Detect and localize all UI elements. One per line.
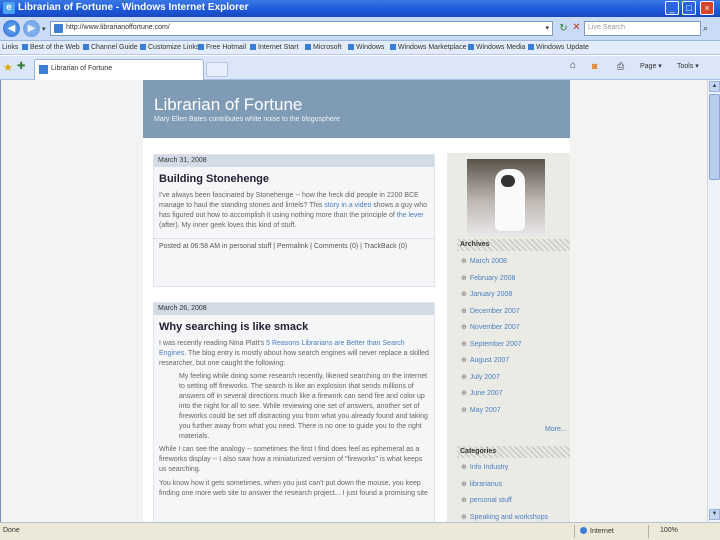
post-text: I was recently reading Nina Platt's bbox=[159, 340, 267, 347]
security-zone[interactable]: Internet bbox=[580, 527, 614, 535]
post-date: March 31, 2008 bbox=[154, 155, 434, 167]
sidebar: Archives March 2008 February 2008 Januar… bbox=[447, 153, 570, 522]
favorites-star-icon[interactable]: ★ bbox=[3, 61, 13, 74]
internet-explorer-icon: e bbox=[3, 2, 15, 14]
scroll-thumb[interactable] bbox=[709, 94, 720, 180]
post-body: I've always been fascinated by Stoneheng… bbox=[154, 188, 434, 234]
post-footer[interactable]: Posted at 06:58 AM in personal stuff | P… bbox=[154, 238, 434, 254]
stop-icon[interactable]: ✕ bbox=[571, 22, 582, 33]
scroll-down-arrow-icon[interactable]: ▼ bbox=[709, 509, 720, 520]
address-url[interactable]: http://www.librarianoffortune.com/ bbox=[66, 24, 170, 31]
page-favicon-icon bbox=[54, 24, 63, 33]
archive-link[interactable]: July 2007 bbox=[461, 373, 522, 390]
status-divider bbox=[648, 525, 649, 538]
tab-toolbar: ★ ✚ Librarian of Fortune ⌂ ◙ ⎙ Page ▾ To… bbox=[0, 56, 720, 80]
address-dropdown-icon[interactable]: ▾ bbox=[545, 24, 549, 32]
back-button[interactable]: ◀ bbox=[3, 20, 20, 37]
tools-menu[interactable]: Tools ▾ bbox=[677, 62, 699, 70]
post-text: (after). My inner geek loves this kind o… bbox=[159, 222, 297, 229]
feeds-icon[interactable]: ◙ bbox=[592, 61, 597, 71]
archive-link[interactable]: February 2008 bbox=[461, 274, 522, 291]
archives-list: March 2008 February 2008 January 2008 De… bbox=[461, 257, 522, 422]
address-bar[interactable]: http://www.librarianoffortune.com/ ▾ bbox=[50, 21, 553, 36]
vertical-scrollbar[interactable]: ▲ ▼ bbox=[707, 80, 720, 522]
archive-link[interactable]: June 2007 bbox=[461, 389, 522, 406]
post-date: March 26, 2008 bbox=[154, 303, 434, 315]
post-text: . The blog entry is mostly about how sea… bbox=[159, 350, 429, 367]
links-label: Links bbox=[2, 44, 19, 51]
archive-link[interactable]: May 2007 bbox=[461, 406, 522, 423]
tab-librarian-of-fortune[interactable]: Librarian of Fortune bbox=[34, 59, 204, 80]
web-page-viewport: Librarian of Fortune Mary Ellen Bates co… bbox=[0, 80, 707, 522]
status-text: Done bbox=[3, 527, 20, 534]
status-bar: Done Internet 100% bbox=[0, 522, 720, 540]
close-button[interactable]: × bbox=[700, 1, 714, 15]
maximize-button[interactable]: □ bbox=[682, 1, 696, 15]
blog-title[interactable]: Librarian of Fortune bbox=[154, 95, 302, 115]
post-title[interactable]: Why searching is like smack bbox=[154, 315, 434, 336]
link-item[interactable]: Free Hotmail bbox=[198, 44, 246, 51]
link-item[interactable]: Internet Start bbox=[250, 44, 298, 51]
recent-pages-dropdown-icon[interactable]: ▾ bbox=[42, 25, 46, 33]
link-item[interactable]: Channel Guide bbox=[83, 44, 138, 51]
post-title[interactable]: Building Stonehenge bbox=[154, 167, 434, 188]
add-favorites-icon[interactable]: ✚ bbox=[17, 61, 25, 72]
post-quote: My feeling while doing some research rec… bbox=[179, 373, 428, 440]
blog-description: Mary Ellen Bates contributes white noise… bbox=[154, 116, 340, 123]
archive-link[interactable]: December 2007 bbox=[461, 307, 522, 324]
tab-label: Librarian of Fortune bbox=[51, 65, 113, 72]
blog-post: March 31, 2008 Building Stonehenge I've … bbox=[153, 154, 435, 287]
minimize-button[interactable]: _ bbox=[665, 1, 679, 15]
link-item[interactable]: Windows Update bbox=[528, 44, 589, 51]
tab-favicon-icon bbox=[39, 65, 48, 74]
post-paragraph: While I can see the analogy -- sometimes… bbox=[159, 446, 423, 473]
search-icon[interactable]: ⌕ bbox=[703, 23, 708, 34]
link-item[interactable]: Windows Marketplace bbox=[390, 44, 466, 51]
post-body: I was recently reading Nina Platt's 5 Re… bbox=[154, 336, 434, 502]
archive-link[interactable]: March 2008 bbox=[461, 257, 522, 274]
home-icon[interactable]: ⌂ bbox=[570, 60, 576, 71]
forward-button[interactable]: ▶ bbox=[23, 20, 40, 37]
print-icon[interactable]: ⎙ bbox=[617, 61, 624, 72]
category-link[interactable]: Info Industry bbox=[461, 463, 548, 480]
category-link[interactable]: librarianus bbox=[461, 480, 548, 497]
link-item[interactable]: Best of the Web bbox=[22, 44, 80, 51]
refresh-icon[interactable]: ↻ bbox=[557, 22, 570, 35]
post-link[interactable]: story in a video bbox=[324, 202, 371, 209]
blog-post: March 26, 2008 Why searching is like sma… bbox=[153, 302, 435, 522]
categories-list: Info Industry librarianus personal stuff… bbox=[461, 463, 548, 529]
status-divider bbox=[574, 525, 575, 538]
archives-heading: Archives bbox=[457, 239, 570, 251]
link-item[interactable]: Windows bbox=[348, 44, 384, 51]
address-toolbar: ◀ ▶ ▾ http://www.librarianoffortune.com/… bbox=[0, 17, 720, 41]
post-paragraph: You know how it gets sometimes, when you… bbox=[159, 480, 428, 497]
archive-link[interactable]: January 2008 bbox=[461, 290, 522, 307]
scroll-up-arrow-icon[interactable]: ▲ bbox=[709, 81, 720, 92]
category-link[interactable]: personal stuff bbox=[461, 496, 548, 513]
archive-link[interactable]: September 2007 bbox=[461, 340, 522, 357]
link-item[interactable]: Customize Links bbox=[140, 44, 199, 51]
archives-more-link[interactable]: More... bbox=[545, 426, 567, 433]
blog-body: March 31, 2008 Building Stonehenge I've … bbox=[143, 138, 570, 522]
links-bar: Links Best of the Web Channel Guide Cust… bbox=[0, 41, 720, 55]
post-link[interactable]: the lever bbox=[397, 212, 424, 219]
zoom-level[interactable]: 100% bbox=[660, 527, 678, 534]
author-dog-photo bbox=[467, 159, 545, 236]
blog-header: Librarian of Fortune Mary Ellen Bates co… bbox=[143, 80, 570, 138]
search-input[interactable]: Live Search bbox=[584, 21, 701, 36]
new-tab-button[interactable] bbox=[206, 62, 228, 77]
window-title: Librarian of Fortune - Windows Internet … bbox=[18, 2, 249, 13]
dog-face-shape bbox=[501, 175, 515, 187]
title-bar: e Librarian of Fortune - Windows Interne… bbox=[0, 0, 720, 17]
link-item[interactable]: Windows Media bbox=[468, 44, 525, 51]
archive-link[interactable]: November 2007 bbox=[461, 323, 522, 340]
categories-heading: Categories bbox=[457, 446, 570, 458]
search-placeholder: Live Search bbox=[588, 24, 625, 31]
archive-link[interactable]: August 2007 bbox=[461, 356, 522, 373]
page-menu[interactable]: Page ▾ bbox=[640, 62, 662, 70]
link-item[interactable]: Microsoft bbox=[305, 44, 341, 51]
